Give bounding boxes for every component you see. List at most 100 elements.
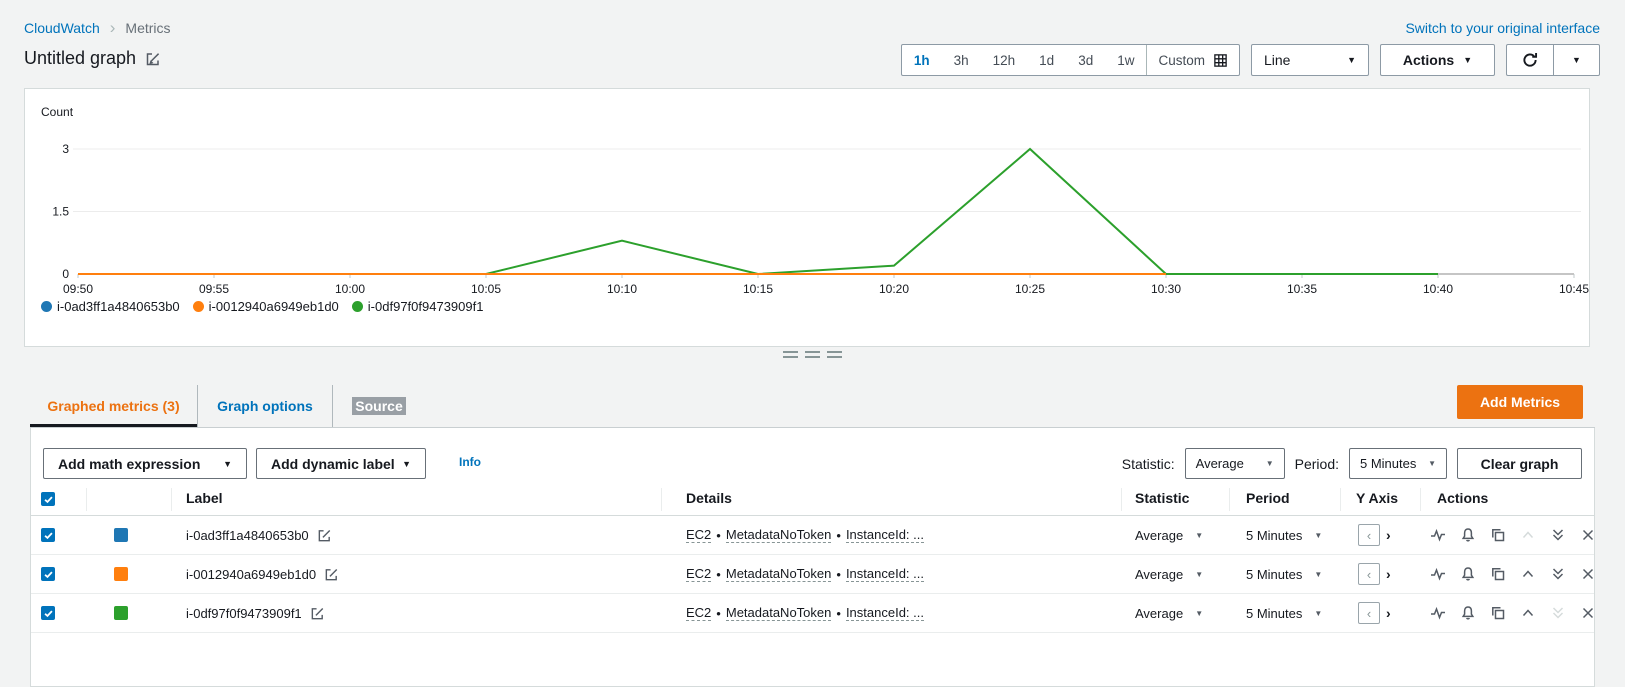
breadcrumb-cloudwatch-link[interactable]: CloudWatch — [24, 20, 100, 36]
col-header-details: Details — [686, 490, 732, 506]
svg-text:1.5: 1.5 — [52, 205, 69, 219]
time-range-1h[interactable]: 1h — [902, 45, 942, 75]
tab-graph-options[interactable]: Graph options — [197, 385, 333, 427]
select-all-checkbox[interactable] — [41, 492, 55, 506]
legend-dot — [192, 301, 204, 312]
yaxis-right-toggle[interactable]: › — [1386, 605, 1391, 621]
row-statistic-select[interactable]: Average ▼ — [1135, 516, 1203, 554]
tab-graphed-metrics[interactable]: Graphed metrics (3) — [30, 385, 197, 427]
duplicate-icon[interactable] — [1489, 527, 1506, 544]
panel-resize-handle[interactable] — [0, 351, 1625, 358]
graphed-metrics-panel: Add math expression ▼ Add dynamic label … — [30, 428, 1595, 687]
create-alarm-bell-icon[interactable] — [1459, 527, 1476, 544]
move-down-double-chevron-icon[interactable] — [1549, 605, 1566, 622]
duplicate-icon[interactable] — [1489, 566, 1506, 583]
row-checkbox[interactable] — [41, 567, 55, 581]
create-alarm-bell-icon[interactable] — [1459, 605, 1476, 622]
legend-item[interactable]: i-0df97f0f9473909f1 — [351, 299, 483, 314]
col-header-label: Label — [186, 490, 223, 506]
col-header-yaxis: Y Axis — [1356, 490, 1399, 506]
bullet-separator: • — [836, 605, 841, 621]
table-row: i-0ad3ff1a4840653b0 EC2 • MetadataNoToke… — [31, 516, 1594, 555]
custom-range-button[interactable]: Custom — [1146, 45, 1239, 75]
chart-type-select[interactable]: Line ▼ — [1251, 44, 1369, 76]
legend-item[interactable]: i-0012940a6949eb1d0 — [192, 299, 339, 314]
details-metric-name[interactable]: MetadataNoToken — [725, 566, 832, 582]
move-down-double-chevron-icon[interactable] — [1549, 566, 1566, 583]
edit-label-icon[interactable] — [316, 527, 333, 544]
yaxis-right-toggle[interactable]: › — [1386, 566, 1391, 582]
chevron-down-icon: ▼ — [1195, 569, 1204, 579]
details-dimensions[interactable]: InstanceId: ... — [845, 527, 924, 543]
yaxis-left-toggle[interactable]: ‹ — [1358, 602, 1380, 624]
yaxis-left-toggle[interactable]: ‹ — [1358, 524, 1380, 546]
move-up-icon[interactable] — [1519, 566, 1536, 583]
duplicate-icon[interactable] — [1489, 605, 1506, 622]
add-dynamic-label-button[interactable]: Add dynamic label ▼ — [256, 448, 426, 479]
details-namespace[interactable]: EC2 — [686, 566, 712, 582]
move-down-double-chevron-icon[interactable] — [1549, 527, 1566, 544]
statistic-select[interactable]: Average ▼ — [1184, 448, 1285, 479]
graph-this-metric-icon[interactable] — [1429, 566, 1446, 583]
row-checkbox[interactable] — [41, 528, 55, 542]
row-statistic-select[interactable]: Average ▼ — [1135, 594, 1203, 632]
row-statistic-select[interactable]: Average ▼ — [1135, 555, 1203, 593]
row-checkbox[interactable] — [41, 606, 55, 620]
move-up-icon[interactable] — [1519, 605, 1536, 622]
actions-button[interactable]: Actions ▼ — [1380, 44, 1495, 76]
move-up-icon[interactable] — [1519, 527, 1536, 544]
time-range-3h[interactable]: 3h — [942, 45, 981, 75]
graph-this-metric-icon[interactable] — [1429, 605, 1446, 622]
check-icon — [43, 609, 53, 617]
edit-label-icon[interactable] — [323, 566, 340, 583]
check-icon — [43, 570, 53, 578]
col-header-actions: Actions — [1437, 490, 1489, 506]
details-namespace[interactable]: EC2 — [686, 605, 712, 621]
time-range-1w[interactable]: 1w — [1105, 45, 1146, 75]
details-dimensions[interactable]: InstanceId: ... — [845, 566, 924, 582]
time-range-1d[interactable]: 1d — [1027, 45, 1066, 75]
remove-metric-icon[interactable] — [1579, 566, 1596, 583]
add-metrics-button[interactable]: Add Metrics — [1457, 385, 1583, 419]
svg-text:09:55: 09:55 — [199, 282, 229, 296]
series-color-swatch — [114, 528, 128, 542]
row-period-select[interactable]: 5 Minutes ▼ — [1246, 516, 1322, 554]
col-header-yaxis: Period — [1246, 490, 1290, 506]
row-period-select[interactable]: 5 Minutes ▼ — [1246, 594, 1322, 632]
svg-text:09:50: 09:50 — [63, 282, 93, 296]
add-math-expression-button[interactable]: Add math expression ▼ — [43, 448, 247, 479]
edit-label-icon[interactable] — [309, 605, 326, 622]
metrics-tabs: Graphed metrics (3) Graph options Source — [30, 385, 425, 427]
graph-controls: 1h 3h 12h 1d 3d 1w Custom Line ▼ Actions… — [900, 44, 1600, 76]
row-period-select[interactable]: 5 Minutes ▼ — [1246, 555, 1322, 593]
yaxis-left-toggle[interactable]: ‹ — [1358, 563, 1380, 585]
refresh-button[interactable] — [1507, 45, 1553, 75]
remove-metric-icon[interactable] — [1579, 527, 1596, 544]
row-period-value: 5 Minutes — [1246, 605, 1303, 621]
graph-this-metric-icon[interactable] — [1429, 527, 1446, 544]
page-title: Untitled graph — [24, 48, 161, 69]
period-select[interactable]: 5 Minutes ▼ — [1349, 448, 1447, 479]
time-range-12h[interactable]: 12h — [981, 45, 1028, 75]
tab-source[interactable]: Source — [333, 385, 425, 427]
details-dimensions[interactable]: InstanceId: ... — [845, 605, 924, 621]
add-math-label: Add math expression — [58, 455, 201, 472]
details-namespace[interactable]: EC2 — [686, 527, 712, 543]
legend-item[interactable]: i-0ad3ff1a4840653b0 — [41, 299, 180, 314]
details-metric-name[interactable]: MetadataNoToken — [725, 605, 832, 621]
refresh-split-button: ▼ — [1506, 44, 1600, 76]
refresh-options-button[interactable]: ▼ — [1553, 45, 1599, 75]
chevron-down-icon: ▼ — [402, 458, 411, 469]
create-alarm-bell-icon[interactable] — [1459, 566, 1476, 583]
remove-metric-icon[interactable] — [1579, 605, 1596, 622]
chevron-down-icon: ▼ — [1572, 55, 1581, 65]
info-link[interactable]: Info — [459, 455, 481, 469]
time-range-3d[interactable]: 3d — [1066, 45, 1105, 75]
chevron-down-icon: ▼ — [1314, 530, 1323, 540]
switch-interface-link[interactable]: Switch to your original interface — [1405, 20, 1600, 36]
legend-dot — [41, 301, 52, 312]
edit-title-icon[interactable] — [144, 50, 161, 67]
details-metric-name[interactable]: MetadataNoToken — [725, 527, 832, 543]
clear-graph-button[interactable]: Clear graph — [1457, 448, 1582, 479]
yaxis-right-toggle[interactable]: › — [1386, 527, 1391, 543]
